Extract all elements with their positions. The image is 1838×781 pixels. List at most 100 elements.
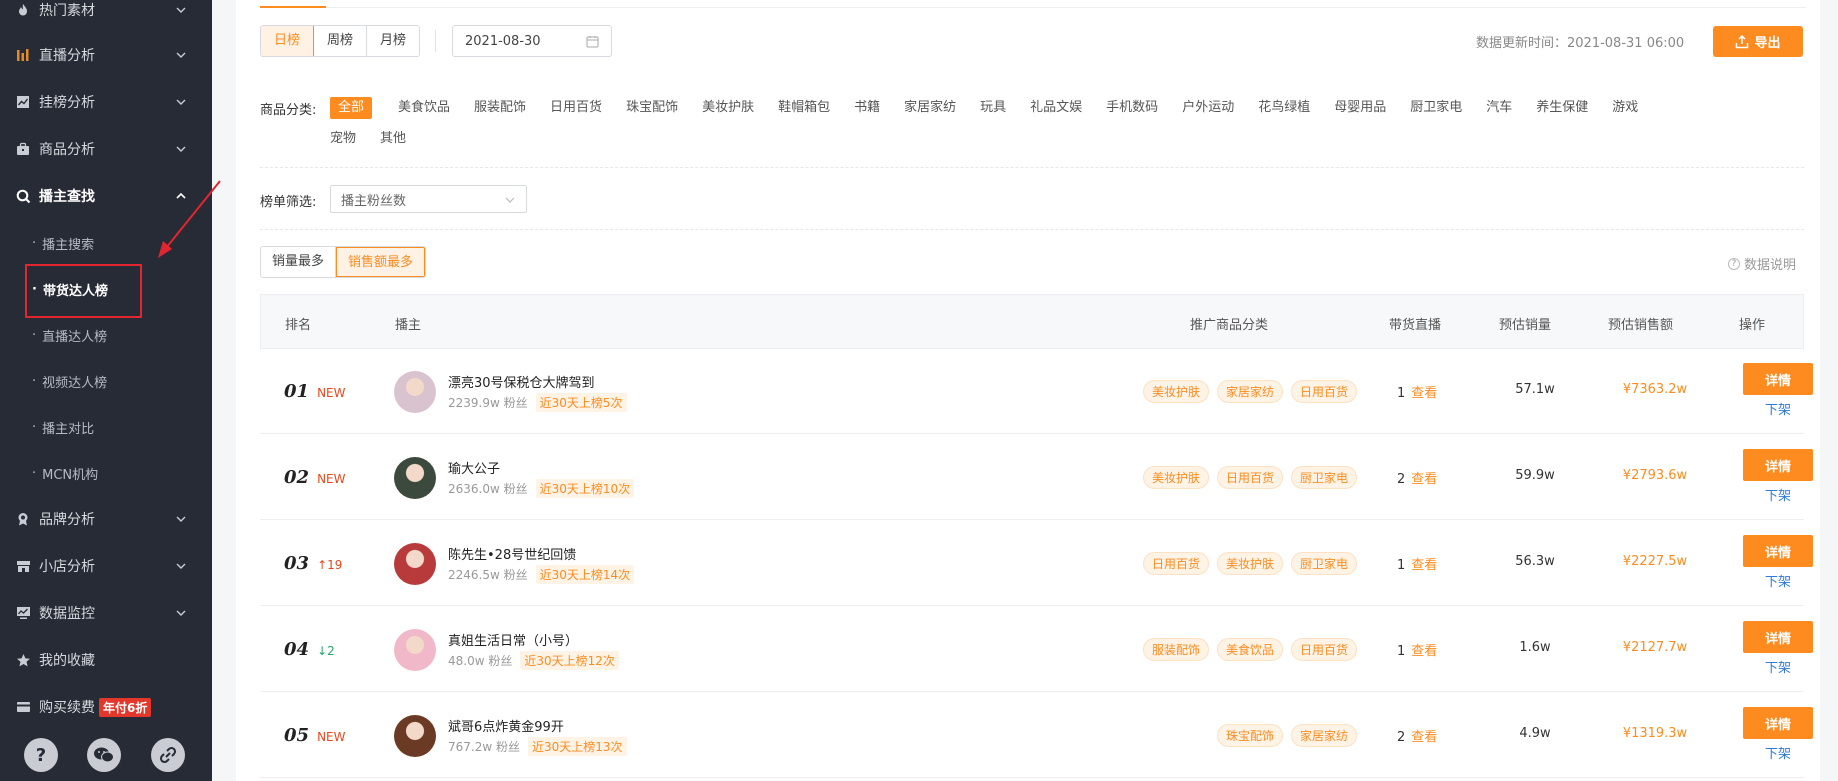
avatar[interactable] — [394, 457, 436, 499]
category-chip[interactable]: 手机数码 — [1106, 97, 1158, 119]
nav-brand-analysis[interactable]: 品牌分析 — [0, 499, 212, 539]
chevron-down-icon — [176, 99, 186, 105]
bottom-icon-bar: ? — [0, 738, 212, 778]
category-chip[interactable]: 养生保健 — [1536, 97, 1588, 119]
category-chip[interactable]: 游戏 — [1612, 97, 1638, 119]
nav-label: 挂榜分析 — [39, 95, 95, 111]
category-row-1: 全部 美食饮品 服装配饰 日用百货 珠宝配饰 美妆护肤 鞋帽箱包 书籍 家居家纺 玩具 礼品文娱 手机… — [330, 96, 1662, 120]
category-chip[interactable]: 珠宝配饰 — [626, 97, 678, 119]
header-gmv: 预估销售额 — [1608, 318, 1674, 333]
category-chip[interactable]: 日用百货 — [550, 97, 602, 119]
estimated-gmv: ¥2793.6w — [1622, 468, 1688, 483]
offline-link[interactable]: 下架 — [1765, 485, 1791, 504]
date-picker[interactable]: 2021-08-30 — [452, 25, 612, 57]
host-meta: 2246.5w 粉丝 近30天上榜14次 — [448, 565, 635, 584]
sub-item-label: 播主搜索 — [42, 237, 95, 253]
category-chip[interactable]: 美食饮品 — [398, 97, 450, 119]
sort-by-volume[interactable]: 销量最多 — [261, 247, 337, 277]
category-tag: 服装配饰 — [1142, 638, 1209, 661]
nav-hot-material[interactable]: 热门素材 — [0, 0, 212, 30]
live-cell: 1 查看 — [1397, 640, 1457, 659]
detail-button[interactable]: 详情 — [1743, 363, 1813, 395]
detail-button[interactable]: 详情 — [1743, 621, 1813, 653]
category-chip[interactable]: 全部 — [330, 97, 373, 119]
view-link[interactable]: 查看 — [1411, 644, 1437, 659]
nav-my-favorites[interactable]: 我的收藏 — [0, 640, 212, 680]
avatar[interactable] — [394, 371, 436, 413]
sub-item-video-talent-rank[interactable]: · 视频达人榜 — [0, 361, 212, 401]
nav-product-analysis[interactable]: 商品分析 — [0, 129, 212, 169]
estimated-gmv: ¥2127.7w — [1622, 640, 1688, 655]
sub-item-live-talent-rank[interactable]: · 直播达人榜 — [0, 315, 212, 355]
category-chip[interactable]: 鞋帽箱包 — [778, 97, 830, 119]
host-name[interactable]: 真姐生活日常（小号） — [448, 630, 578, 649]
wechat-icon[interactable] — [87, 738, 121, 772]
tab-weekly[interactable]: 周榜 — [314, 26, 368, 56]
sub-item-host-compare[interactable]: · 播主对比 — [0, 407, 212, 447]
view-link[interactable]: 查看 — [1411, 730, 1437, 745]
data-explanation-link[interactable]: ? 数据说明 — [1728, 254, 1796, 273]
category-chip[interactable]: 汽车 — [1486, 97, 1512, 119]
table-row: 05 NEW 斌哥6点炸黄金99开 767.2w 粉丝 近30天上榜13次 珠宝… — [260, 693, 1813, 778]
avatar[interactable] — [394, 629, 436, 671]
nav-data-monitor[interactable]: 数据监控 — [0, 593, 212, 633]
bullet: · — [32, 327, 37, 343]
category-chip[interactable]: 花鸟绿植 — [1258, 97, 1310, 119]
category-chip[interactable]: 户外运动 — [1182, 97, 1234, 119]
nav-label: 品牌分析 — [39, 512, 95, 528]
sub-item-mcn[interactable]: · MCN机构 — [0, 453, 212, 493]
tab-monthly[interactable]: 月榜 — [367, 26, 420, 56]
category-chip[interactable]: 家居家纺 — [904, 97, 956, 119]
category-chip[interactable]: 服装配饰 — [474, 97, 526, 119]
estimated-gmv: ¥7363.2w — [1622, 382, 1688, 397]
category-chip[interactable]: 玩具 — [980, 97, 1006, 119]
nav-store-analysis[interactable]: 小店分析 — [0, 546, 212, 586]
rank-number: 01 — [284, 381, 310, 402]
view-link[interactable]: 查看 — [1411, 386, 1437, 401]
rank-change: NEW — [317, 730, 346, 744]
category-chip[interactable]: 礼品文娱 — [1030, 97, 1082, 119]
offline-link[interactable]: 下架 — [1765, 743, 1791, 762]
offline-link[interactable]: 下架 — [1765, 657, 1791, 676]
category-chip[interactable]: 其他 — [380, 128, 406, 150]
category-chip[interactable]: 宠物 — [330, 128, 356, 150]
host-name[interactable]: 陈先生•28号世纪回馈 — [448, 544, 576, 563]
chevron-down-icon — [176, 516, 186, 522]
export-button[interactable]: 导出 — [1713, 26, 1803, 57]
fans-filter-select[interactable]: 播主粉丝数 — [330, 185, 527, 213]
view-link[interactable]: 查看 — [1411, 472, 1437, 487]
nav-rank-analysis[interactable]: 挂榜分析 — [0, 82, 212, 122]
host-name[interactable]: 斌哥6点炸黄金99开 — [448, 716, 564, 735]
detail-button[interactable]: 详情 — [1743, 449, 1813, 481]
estimated-gmv: ¥1319.3w — [1622, 726, 1688, 741]
offline-link[interactable]: 下架 — [1765, 399, 1791, 418]
avatar[interactable] — [394, 715, 436, 757]
export-label: 导出 — [1754, 36, 1781, 51]
category-tag: 美妆护肤 — [1216, 552, 1283, 575]
detail-button[interactable]: 详情 — [1743, 707, 1813, 739]
link-icon[interactable] — [151, 738, 185, 772]
rank-change: NEW — [317, 472, 346, 486]
star-icon — [15, 652, 31, 668]
offline-link[interactable]: 下架 — [1765, 571, 1791, 590]
category-tag: 珠宝配饰 — [1216, 724, 1283, 747]
view-link[interactable]: 查看 — [1411, 558, 1437, 573]
category-tag: 日用百货 — [1290, 638, 1357, 661]
category-chip[interactable]: 母婴用品 — [1334, 97, 1386, 119]
live-count: 2 — [1397, 730, 1406, 745]
rank-cell: 03 ↑19 — [284, 553, 342, 574]
tab-baseline — [326, 7, 1806, 8]
avatar[interactable] — [394, 543, 436, 585]
nav-purchase-renew[interactable]: 购买续费 年付6折 — [0, 687, 212, 727]
host-name[interactable]: 漂亮30号保税仓大牌驾到 — [448, 372, 595, 391]
tab-daily[interactable]: 日榜 — [261, 26, 315, 56]
category-chip[interactable]: 书籍 — [854, 97, 880, 119]
category-chip[interactable]: 厨卫家电 — [1410, 97, 1462, 119]
detail-button[interactable]: 详情 — [1743, 535, 1813, 567]
sort-by-revenue[interactable]: 销售额最多 — [336, 247, 426, 277]
nav-live-analysis[interactable]: 直播分析 — [0, 35, 212, 75]
category-chip[interactable]: 美妆护肤 — [702, 97, 754, 119]
brand-icon — [15, 511, 31, 527]
help-icon[interactable]: ? — [24, 738, 58, 772]
host-name[interactable]: 瑜大公子 — [448, 458, 500, 477]
